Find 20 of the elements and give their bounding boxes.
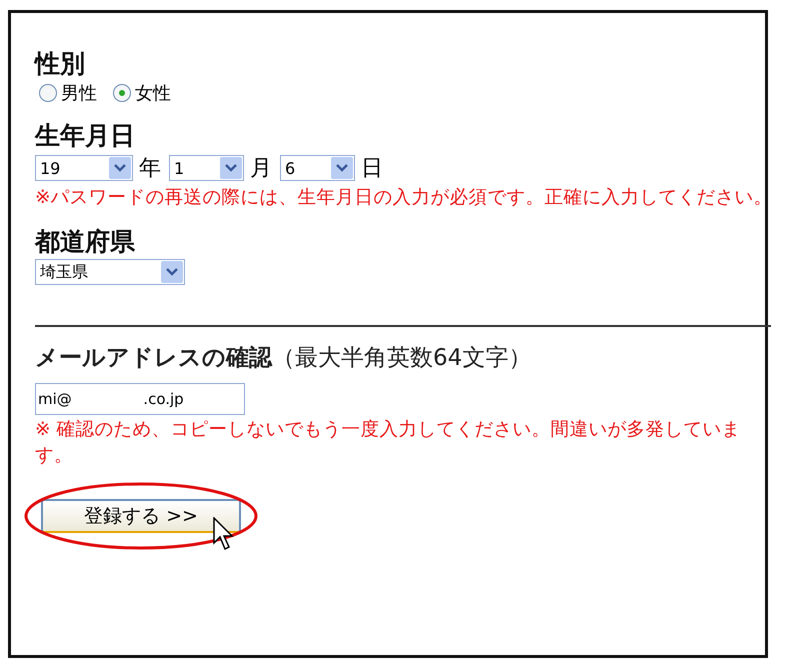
warning-text: ※ 確認のため、コピーしないでもう一度入力してください。間違いが多発しています。 — [35, 418, 742, 468]
dropdown[interactable]: 19 — [35, 155, 133, 181]
field-label: メールアドレスの確認（最大半角英数64文字） — [35, 344, 532, 373]
field-label: 性別 — [35, 49, 86, 79]
dropdown[interactable]: 埼玉県 — [35, 259, 185, 285]
radio-label: 女性 — [135, 82, 171, 105]
warning-text: ※パスワードの再送の際には、生年月日の入力が必須です。正確に入力してください。 — [35, 186, 774, 210]
dropdown[interactable]: 1 — [169, 155, 244, 181]
mouse-cursor-icon — [213, 517, 235, 551]
unit-label: 月 — [250, 155, 272, 183]
field-label: 都道府県 — [35, 227, 136, 257]
radio-button[interactable] — [39, 84, 57, 102]
radio-button[interactable] — [113, 84, 131, 102]
register-button[interactable]: 登録する >> — [41, 499, 241, 533]
dropdown[interactable]: 6 — [280, 155, 355, 181]
unit-label: 年 — [139, 155, 161, 183]
radio-label: 男性 — [61, 82, 97, 105]
field-label: 生年月日 — [35, 121, 136, 151]
email-field[interactable]: mi@ .co.jp — [35, 383, 245, 415]
unit-label: 日 — [361, 155, 383, 183]
